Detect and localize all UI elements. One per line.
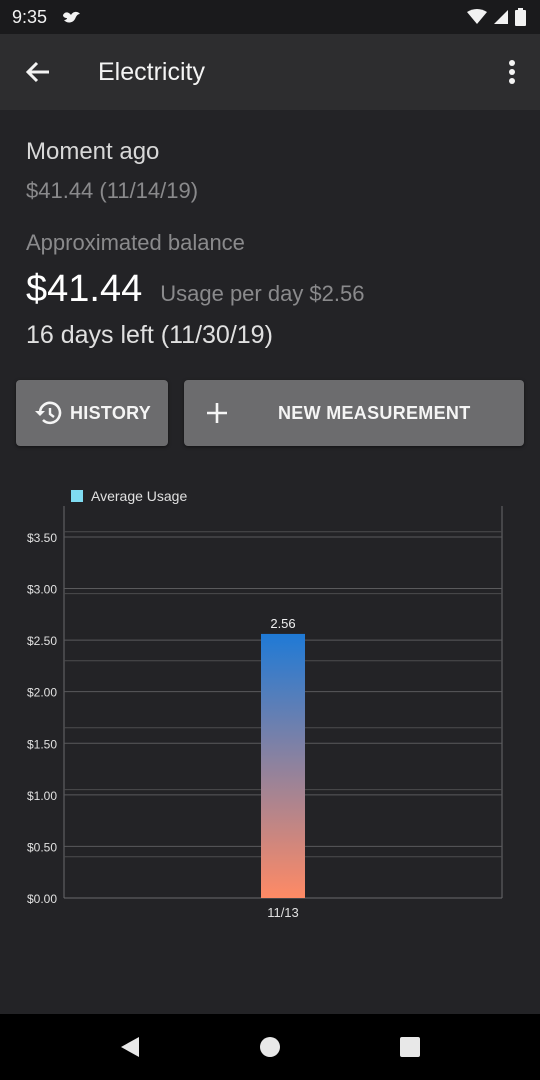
history-icon: [35, 401, 62, 425]
legend-label: Average Usage: [91, 488, 188, 504]
y-tick-label: $1.00: [27, 789, 57, 803]
x-tick-label: 11/13: [267, 905, 299, 920]
nav-recents-button[interactable]: [380, 1017, 440, 1077]
back-button[interactable]: [0, 34, 76, 110]
page-title: Electricity: [98, 57, 205, 86]
last-measurement-amount: $41.44 (11/14/19): [26, 178, 199, 203]
arrow-left-icon: [25, 61, 49, 83]
days-left: 16 days left (11/30/19): [26, 321, 273, 349]
new-measurement-button-label: NEW MEASUREMENT: [278, 402, 471, 423]
y-tick-label: $3.00: [27, 583, 57, 597]
chart-bar: [261, 633, 305, 898]
app-bar: Electricity: [0, 34, 540, 110]
status-time: 9:35: [12, 6, 48, 27]
nav-recents-icon: [400, 1037, 420, 1057]
approx-balance-label: Approximated balance: [26, 230, 245, 255]
nav-back-button[interactable]: [100, 1017, 160, 1077]
legend-swatch: [71, 490, 83, 502]
new-measurement-button[interactable]: NEW MEASUREMENT: [184, 380, 524, 446]
more-vert-icon: [509, 60, 515, 84]
history-button[interactable]: HISTORY: [16, 380, 168, 446]
y-tick-label: $2.50: [27, 634, 57, 648]
y-tick-label: $0.00: [27, 892, 57, 906]
chart-legend: Average Usage: [71, 488, 187, 504]
last-update-text: Moment ago: [26, 138, 160, 165]
nav-back-icon: [121, 1037, 139, 1057]
y-tick-label: $2.00: [27, 686, 57, 700]
status-bar: 9:35: [0, 0, 540, 34]
usage-chart-svg: $0.00 $0.50 $1.00 $1.50 $2.00 $2.50 $3.00 $3.50…: [27, 506, 503, 920]
bird-notification-icon: [63, 11, 81, 23]
history-button-label: HISTORY: [70, 402, 152, 423]
usage-chart: $0.00 $0.50 $1.00 $1.50 $2.00 $2.50 $3.00 $3.50…: [0, 470, 540, 940]
y-tick-label: $3.50: [27, 531, 57, 545]
bar-data-label: 2.56: [270, 616, 295, 631]
usage-per-day: Usage per day $2.56: [160, 281, 365, 306]
overflow-menu-button[interactable]: [484, 34, 540, 110]
wifi-icon: [467, 9, 487, 24]
nav-home-button[interactable]: [240, 1017, 300, 1077]
balance-row: $41.44 Usage per day $2.56: [26, 268, 526, 311]
balance-summary: Moment ago $41.44 (11/14/19) Approximate…: [26, 138, 526, 350]
balance-value: $41.44: [26, 268, 143, 310]
system-nav-bar: [0, 1014, 540, 1080]
y-tick-label: $0.50: [27, 840, 57, 854]
y-tick-label: $1.50: [27, 737, 57, 751]
battery-icon: [515, 8, 526, 26]
cell-signal-icon: [494, 10, 508, 24]
nav-home-icon: [260, 1037, 280, 1057]
plus-icon: [207, 403, 227, 423]
